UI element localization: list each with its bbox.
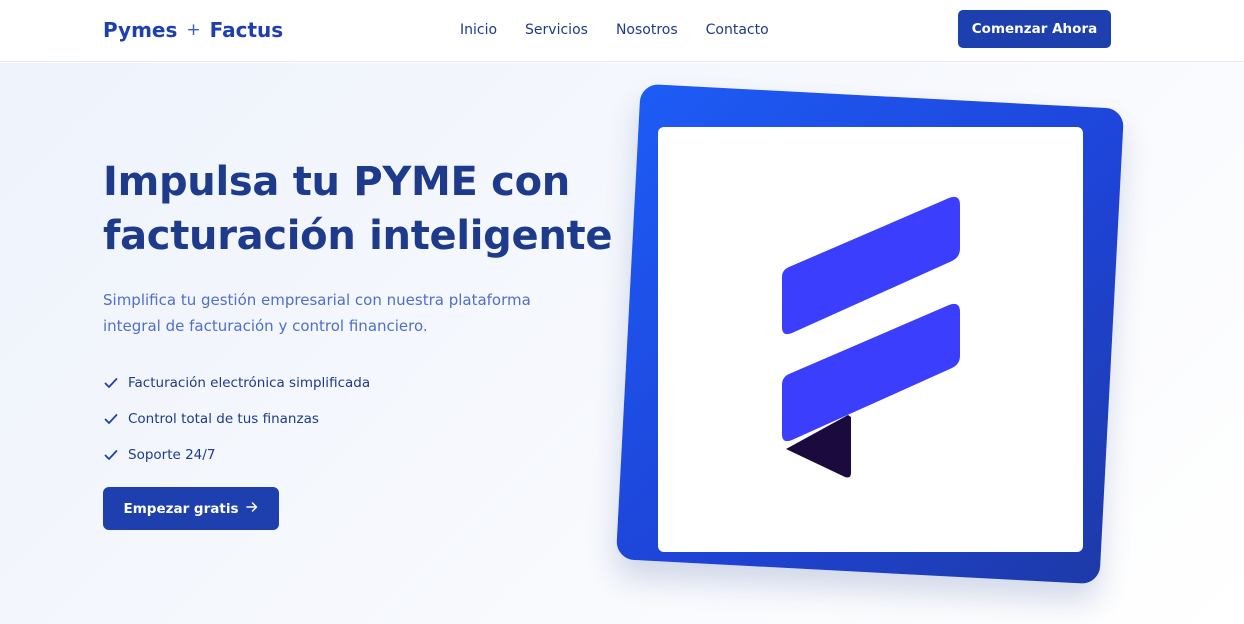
empezar-gratis-button[interactable]: Empezar gratis	[103, 487, 279, 530]
feature-label: Control total de tus finanzas	[128, 411, 319, 427]
hero-subtitle: Simplifica tu gestión empresarial con nu…	[103, 291, 531, 335]
nav-link-nosotros[interactable]: Nosotros	[616, 22, 678, 38]
feature-item: Soporte 24/7	[103, 437, 370, 473]
brand-name-pymes: Pymes	[103, 18, 178, 42]
feature-item: Control total de tus finanzas	[103, 401, 370, 437]
brand-logo[interactable]: Pymes + Factus	[103, 18, 283, 42]
check-icon	[103, 410, 121, 428]
nav-link-servicios[interactable]: Servicios	[525, 22, 588, 38]
brand-plus: +	[186, 20, 201, 40]
main-menu: Inicio Servicios Nosotros Contacto	[460, 22, 797, 38]
check-icon	[103, 374, 121, 392]
nav-link-inicio[interactable]: Inicio	[460, 22, 497, 38]
hero-visual-card	[658, 127, 1083, 552]
brand-name-factus: Factus	[209, 18, 284, 42]
arrow-right-icon	[246, 501, 258, 517]
feature-item: Facturación electrónica simplificada	[103, 365, 370, 401]
feature-list: Facturación electrónica simplificada Con…	[103, 365, 370, 473]
nav-link-contacto[interactable]: Contacto	[706, 22, 769, 38]
top-navbar: Pymes + Factus Inicio Servicios Nosotros…	[0, 0, 1244, 62]
comenzar-ahora-button[interactable]: Comenzar Ahora	[958, 10, 1111, 48]
empezar-gratis-label: Empezar gratis	[123, 500, 239, 517]
feature-label: Facturación electrónica simplificada	[128, 375, 371, 391]
hero-title: Impulsa tu PYME con facturación intelige…	[103, 159, 613, 259]
factus-logo-icon	[782, 196, 960, 478]
check-icon	[103, 446, 121, 464]
feature-label: Soporte 24/7	[128, 447, 216, 463]
